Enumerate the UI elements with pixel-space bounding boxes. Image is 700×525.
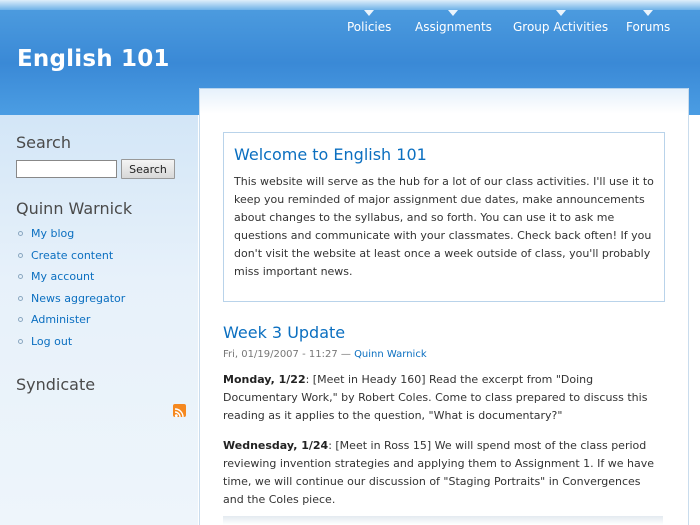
menu-link[interactable]: Create content bbox=[31, 249, 113, 262]
nav-policies[interactable]: Policies bbox=[347, 10, 392, 34]
search-block-title: Search bbox=[16, 133, 71, 152]
menu-link[interactable]: Administer bbox=[31, 313, 90, 326]
menu-item-administer[interactable]: Administer bbox=[18, 313, 125, 335]
bullet-icon bbox=[18, 252, 23, 258]
menu-item-log-out[interactable]: Log out bbox=[18, 335, 125, 357]
menu-link[interactable]: Log out bbox=[31, 335, 72, 348]
sidebar: Search Search Quinn Warnick My blog Crea… bbox=[0, 115, 198, 525]
nav-arrow-icon bbox=[364, 10, 375, 16]
bullet-icon bbox=[18, 231, 23, 236]
nav-group-activities-label: Group Activities bbox=[513, 20, 609, 34]
user-menu: My blog Create content My account News a… bbox=[18, 227, 125, 357]
post-meta: Fri, 01/19/2007 - 11:27 — Quinn Warnick bbox=[223, 349, 427, 360]
user-block-title: Quinn Warnick bbox=[16, 199, 133, 218]
welcome-title[interactable]: Welcome to English 101 bbox=[234, 145, 427, 164]
main-content: Welcome to English 101 This website will… bbox=[199, 88, 689, 525]
rss-glyph bbox=[174, 408, 184, 418]
menu-link[interactable]: My account bbox=[31, 270, 94, 283]
post-paragraph: Wednesday, 1/24: [Meet in Ross 15] We wi… bbox=[223, 437, 663, 509]
menu-item-my-blog[interactable]: My blog bbox=[18, 227, 125, 249]
nav-assignments[interactable]: Assignments bbox=[415, 10, 492, 34]
post-title[interactable]: Week 3 Update bbox=[223, 323, 345, 342]
menu-link[interactable]: News aggregator bbox=[31, 292, 125, 305]
search-button[interactable]: Search bbox=[121, 159, 175, 179]
menu-item-create-content[interactable]: Create content bbox=[18, 249, 125, 271]
syndicate-block-title: Syndicate bbox=[16, 375, 96, 394]
content-fade bbox=[223, 516, 663, 525]
nav-group-activities[interactable]: Group Activities bbox=[513, 10, 609, 34]
nav-arrow-icon bbox=[643, 10, 654, 16]
post-day: Wednesday, 1/24 bbox=[223, 439, 329, 452]
bullet-icon bbox=[18, 274, 23, 280]
post-day: Monday, 1/22 bbox=[223, 373, 306, 386]
post-author-link[interactable]: Quinn Warnick bbox=[354, 349, 427, 360]
primary-nav: Policies Assignments Group Activities Fo… bbox=[0, 10, 700, 40]
post-date: Fri, 01/19/2007 - 11:27 — bbox=[223, 349, 355, 360]
menu-item-news-aggregator[interactable]: News aggregator bbox=[18, 292, 125, 314]
rss-icon[interactable] bbox=[173, 404, 186, 418]
post-paragraph: Monday, 1/22: [Meet in Heady 160] Read t… bbox=[223, 371, 663, 425]
nav-policies-label: Policies bbox=[347, 20, 392, 34]
welcome-box: Welcome to English 101 This website will… bbox=[223, 132, 665, 302]
header-top-strip bbox=[0, 0, 700, 10]
menu-item-my-account[interactable]: My account bbox=[18, 270, 125, 292]
welcome-body: This website will serve as the hub for a… bbox=[234, 175, 654, 278]
search-input[interactable] bbox=[16, 160, 117, 178]
site-name[interactable]: English 101 bbox=[17, 46, 170, 72]
main-top-band bbox=[200, 88, 688, 114]
nav-forums-label: Forums bbox=[626, 20, 671, 34]
nav-forums[interactable]: Forums bbox=[626, 10, 671, 34]
nav-arrow-icon bbox=[448, 10, 459, 16]
nav-arrow-icon bbox=[555, 10, 566, 16]
bullet-icon bbox=[18, 295, 23, 301]
bullet-icon bbox=[18, 317, 23, 323]
nav-assignments-label: Assignments bbox=[415, 20, 492, 34]
bullet-icon bbox=[18, 338, 23, 344]
menu-link[interactable]: My blog bbox=[31, 227, 74, 240]
